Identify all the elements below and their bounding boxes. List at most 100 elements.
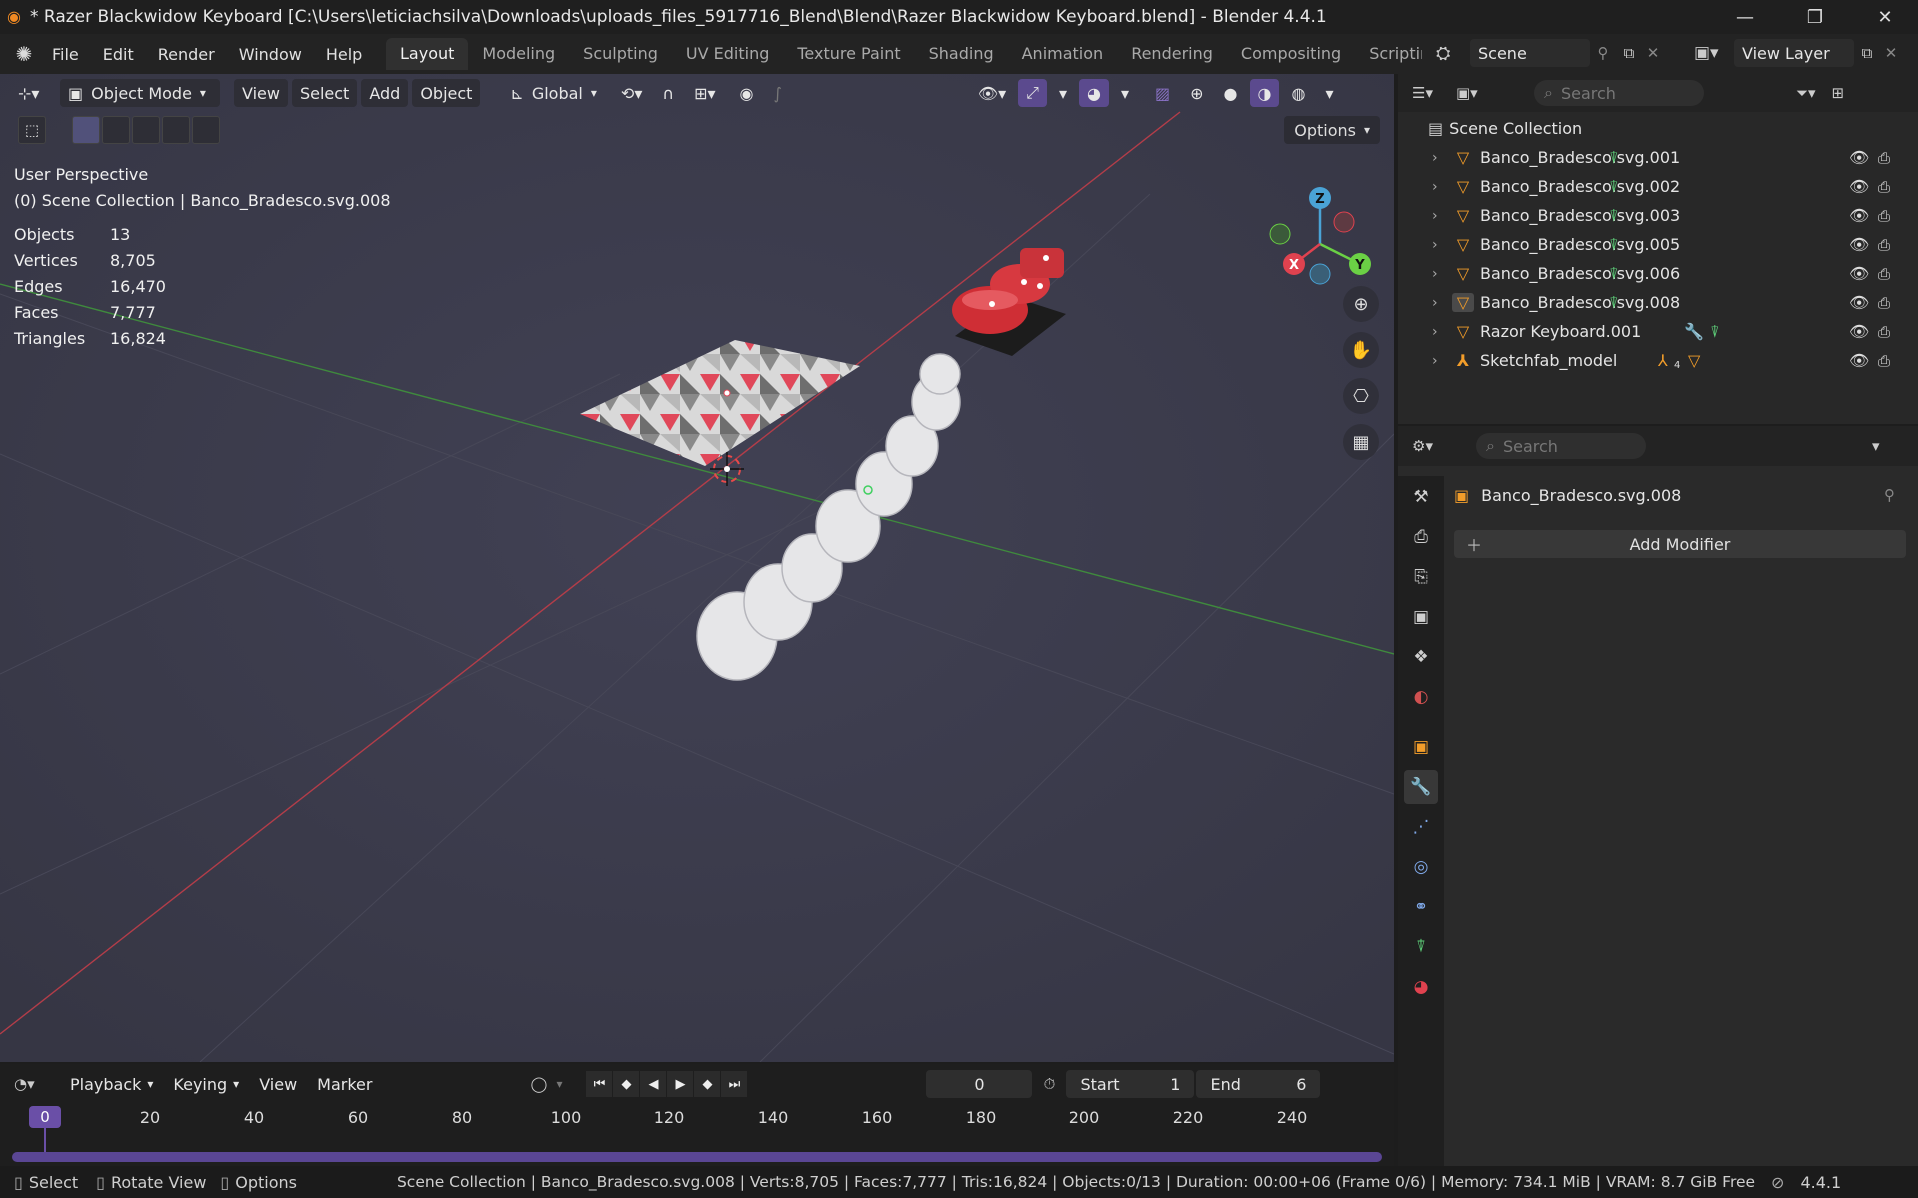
eye-icon[interactable]: 👁 — [1849, 148, 1869, 167]
outliner-item[interactable]: › ⅄ Sketchfab_model ⅄ 4 ▽ 👁 ⎙ — [1398, 346, 1918, 375]
remove-view-layer-icon[interactable]: ✕ — [1880, 44, 1902, 62]
pin-icon[interactable]: ⚲ — [1884, 486, 1895, 504]
select-extend-icon[interactable] — [102, 116, 130, 144]
tab-sculpting[interactable]: Sculpting — [569, 38, 672, 70]
proportional-edit-icon[interactable]: ◉ — [732, 79, 762, 107]
eye-icon[interactable]: 👁 — [1849, 351, 1869, 370]
wrench-modifier-icon[interactable]: 🔧 — [1684, 322, 1704, 341]
output-tab-icon[interactable]: ⎘ — [1404, 560, 1438, 594]
editor-type-icon[interactable]: ☰▾ — [1412, 84, 1456, 102]
expand-icon[interactable]: › — [1432, 179, 1446, 195]
view-layer-field[interactable]: View Layer — [1734, 39, 1854, 67]
select-subtract-icon[interactable] — [132, 116, 160, 144]
eye-icon[interactable]: 👁 — [1849, 235, 1869, 254]
eye-icon[interactable]: 👁 — [1849, 293, 1869, 312]
outliner-item-active[interactable]: › ▽ Banco_Bradesco.svg.008 ⍒ 👁 ⎙ — [1398, 288, 1918, 317]
outliner-item[interactable]: › ▽ Razor Keyboard.001 🔧 ⍒ 👁 ⎙ — [1398, 317, 1918, 346]
maximize-button[interactable]: ❐ — [1780, 0, 1850, 34]
display-mode-icon[interactable]: ▣▾ — [1456, 84, 1496, 102]
playback-menu[interactable]: Playback ▾ — [62, 1070, 161, 1098]
chevron-down-icon[interactable]: ▾ — [556, 1077, 578, 1091]
menu-window[interactable]: Window — [229, 41, 312, 68]
mesh-children-icon[interactable]: ▽ — [1688, 351, 1700, 370]
mesh-data-icon[interactable]: ⍒ — [1710, 322, 1720, 342]
eye-icon[interactable]: 👁 — [1849, 177, 1869, 196]
editor-type-icon[interactable]: ◔▾ — [14, 1075, 58, 1093]
current-frame-field[interactable]: 0 — [926, 1070, 1033, 1098]
solid-shading-icon[interactable]: ● — [1216, 79, 1246, 107]
expand-icon[interactable]: › — [1432, 208, 1446, 224]
blender-logo-icon[interactable]: ✺ — [10, 40, 38, 68]
menu-help[interactable]: Help — [316, 41, 372, 68]
editor-type-icon[interactable]: ⊹▾ — [10, 79, 56, 107]
wireframe-shading-icon[interactable]: ⊕ — [1182, 79, 1211, 107]
properties-search-input[interactable]: ⌕ Search — [1476, 433, 1646, 459]
timeline-view-menu[interactable]: View — [251, 1070, 305, 1098]
empty-children-icon[interactable]: ⅄ — [1658, 351, 1668, 370]
render-tab-icon[interactable]: ⎙ — [1404, 520, 1438, 554]
tool-tab-icon[interactable]: ⚒ — [1404, 480, 1438, 514]
mesh-data-tab-icon[interactable]: ⍒ — [1404, 930, 1438, 964]
outliner-item[interactable]: › ▽ Banco_Bradesco.svg.006 ⍒ 👁 ⎙ — [1398, 259, 1918, 288]
mesh-data-icon[interactable]: ⍒ — [1609, 206, 1619, 226]
new-view-layer-icon[interactable]: ⧉ — [1854, 44, 1880, 62]
eye-icon[interactable]: 👁 — [1849, 206, 1869, 225]
camera-render-icon[interactable]: ⎙ — [1878, 294, 1890, 312]
jump-end-icon[interactable]: ⏭ — [721, 1071, 748, 1097]
camera-render-icon[interactable]: ⎙ — [1878, 265, 1890, 283]
material-tab-icon[interactable]: ◕ — [1404, 970, 1438, 1004]
next-keyframe-icon[interactable]: ◆ — [694, 1071, 721, 1097]
keying-menu[interactable]: Keying ▾ — [165, 1070, 247, 1098]
menu-object[interactable]: Object — [412, 79, 481, 107]
rendered-shading-icon[interactable]: ◍ — [1283, 79, 1313, 107]
stopwatch-icon[interactable]: ⏱ — [1032, 1075, 1066, 1093]
transform-orientation-dropdown[interactable]: ⊾ Global ▾ — [502, 79, 604, 107]
expand-icon[interactable]: › — [1432, 295, 1446, 311]
expand-icon[interactable]: › — [1432, 353, 1446, 369]
scene-tab-icon[interactable]: ❖ — [1404, 640, 1438, 674]
start-frame-field[interactable]: Start 1 — [1066, 1070, 1195, 1098]
pan-hand-icon[interactable]: ✋ — [1343, 332, 1379, 368]
select-invert-icon[interactable] — [162, 116, 190, 144]
tab-modeling[interactable]: Modeling — [468, 38, 569, 70]
expand-icon[interactable]: › — [1432, 237, 1446, 253]
snap-target-icon[interactable]: ⊞▾ — [686, 79, 723, 107]
3d-viewport[interactable]: ⊹▾ ▣ Object Mode ▾ View Select Add Objec… — [0, 74, 1394, 1062]
particles-tab-icon[interactable]: ⋰ — [1404, 810, 1438, 844]
tab-texture-paint[interactable]: Texture Paint — [783, 38, 914, 70]
visibility-icon[interactable]: 👁▾ — [970, 79, 1014, 107]
menu-add[interactable]: Add — [361, 79, 409, 107]
tab-shading[interactable]: Shading — [915, 38, 1008, 70]
camera-render-icon[interactable]: ⎙ — [1878, 323, 1890, 341]
tab-animation[interactable]: Animation — [1008, 38, 1118, 70]
timeline-ruler[interactable]: 20 40 60 80 100 120 140 160 180 200 220 … — [0, 1104, 1394, 1134]
mesh-data-icon[interactable]: ⍒ — [1609, 235, 1619, 255]
timeline-scrollbar[interactable] — [12, 1152, 1382, 1162]
menu-view[interactable]: View — [234, 79, 288, 107]
select-box-tool-icon[interactable]: ⬚ — [18, 116, 46, 144]
camera-render-icon[interactable]: ⎙ — [1878, 207, 1890, 225]
expand-icon[interactable]: › — [1432, 324, 1446, 340]
constraints-tab-icon[interactable]: ⚭ — [1404, 890, 1438, 924]
new-collection-icon[interactable]: ⊞ — [1832, 84, 1845, 102]
chevron-down-icon[interactable]: ▾ — [1051, 79, 1075, 107]
close-button[interactable]: ✕ — [1850, 0, 1918, 34]
chevron-down-icon[interactable]: ▾ — [1113, 79, 1137, 107]
camera-render-icon[interactable]: ⎙ — [1878, 352, 1890, 370]
pivot-point-icon[interactable]: ⟲▾ — [613, 79, 650, 107]
camera-render-icon[interactable]: ⎙ — [1878, 149, 1890, 167]
prev-keyframe-icon[interactable]: ◆ — [613, 1071, 640, 1097]
add-modifier-button[interactable]: ＋ Add Modifier — [1454, 530, 1906, 558]
jump-start-icon[interactable]: ⏮ — [586, 1071, 613, 1097]
eye-icon[interactable]: 👁 — [1849, 322, 1869, 341]
outliner-item[interactable]: › ▽ Banco_Bradesco.svg.005 ⍒ 👁 ⎙ — [1398, 230, 1918, 259]
select-intersect-icon[interactable] — [192, 116, 220, 144]
options-dropdown[interactable]: Options ▾ — [1284, 116, 1380, 144]
overlay-toggle-icon[interactable]: ◕ — [1079, 79, 1109, 107]
object-mode-dropdown[interactable]: ▣ Object Mode ▾ — [60, 79, 220, 107]
tab-layout[interactable]: Layout — [386, 38, 469, 70]
physics-tab-icon[interactable]: ◎ — [1404, 850, 1438, 884]
select-new-icon[interactable] — [72, 116, 100, 144]
menu-select[interactable]: Select — [291, 79, 358, 107]
gizmo-toggle-icon[interactable]: ⤢ — [1018, 79, 1047, 107]
